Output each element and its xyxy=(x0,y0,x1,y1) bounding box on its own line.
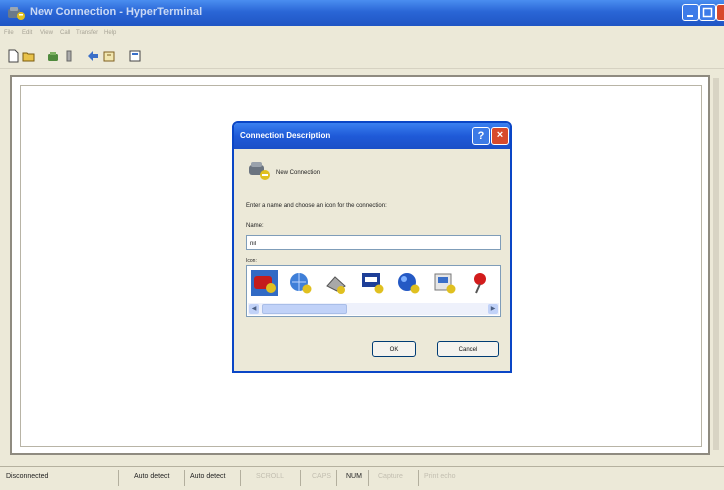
pin-icon xyxy=(474,273,486,294)
globe-icon xyxy=(290,273,312,294)
status-emulation: Auto detect xyxy=(134,473,170,480)
help-button[interactable]: ? xyxy=(472,127,490,145)
vertical-scrollbar[interactable] xyxy=(713,78,719,450)
icon-list-scrollbar[interactable]: ◀ ▶ xyxy=(248,303,499,315)
send-icon[interactable] xyxy=(86,49,100,63)
red-phone-icon xyxy=(254,276,276,293)
maximize-icon xyxy=(702,7,713,18)
new-icon[interactable] xyxy=(6,49,20,63)
toolbar xyxy=(0,44,724,69)
status-divider xyxy=(240,470,241,486)
icon-label: Icon: xyxy=(246,258,257,264)
connection-description-dialog: Connection Description ? × New Connectio… xyxy=(232,121,512,373)
name-input[interactable] xyxy=(246,235,501,250)
scroll-left-arrow[interactable]: ◀ xyxy=(249,304,259,314)
disconnect-icon[interactable] xyxy=(62,49,76,63)
properties-icon[interactable] xyxy=(128,49,142,63)
menu-bar: File Edit View Call Transfer Help xyxy=(0,26,724,44)
status-num: NUM xyxy=(346,473,362,480)
window-title: New Connection - HyperTerminal xyxy=(30,6,203,18)
menu-view[interactable]: View xyxy=(40,30,53,39)
status-print-echo: Print echo xyxy=(424,473,456,480)
connection-icon-option[interactable] xyxy=(323,270,350,296)
menu-file[interactable]: File xyxy=(4,30,14,39)
ok-button[interactable]: OK xyxy=(372,341,416,357)
menu-help[interactable]: Help xyxy=(104,30,116,39)
status-bar: Disconnected Auto detect Auto detect SCR… xyxy=(0,466,724,490)
icon-list[interactable]: ◀ ▶ xyxy=(246,265,501,317)
scroll-right-arrow[interactable]: ▶ xyxy=(488,304,498,314)
status-capture: Capture xyxy=(378,473,403,480)
scrollbar-thumb[interactable] xyxy=(262,304,347,314)
connection-icon-option[interactable] xyxy=(359,270,386,296)
dialog-title: Connection Description xyxy=(240,131,331,140)
close-window-button[interactable] xyxy=(716,4,724,21)
status-divider xyxy=(118,470,119,486)
maximize-button[interactable] xyxy=(699,4,716,21)
phone-icon xyxy=(326,276,346,294)
status-port-settings: Auto detect xyxy=(190,473,226,480)
connection-icon-option[interactable] xyxy=(467,270,494,296)
open-icon[interactable] xyxy=(22,49,36,63)
status-divider xyxy=(184,470,185,486)
folder-icon xyxy=(434,273,456,294)
connection-icon-option[interactable] xyxy=(287,270,314,296)
status-scroll: SCROLL xyxy=(256,473,285,480)
status-divider xyxy=(300,470,301,486)
globe-2-icon xyxy=(398,273,420,294)
minimize-icon xyxy=(687,15,693,17)
connection-icon-option[interactable] xyxy=(395,270,422,296)
status-divider xyxy=(418,470,419,486)
dialog-title-bar[interactable]: Connection Description ? × xyxy=(234,123,510,149)
cancel-button[interactable]: Cancel xyxy=(437,341,499,357)
hyperterminal-window: New Connection - HyperTerminal File Edit… xyxy=(0,0,724,489)
connection-icon-option[interactable] xyxy=(431,270,458,296)
menu-call[interactable]: Call xyxy=(60,30,70,39)
status-divider xyxy=(368,470,369,486)
name-label: Name: xyxy=(246,223,264,229)
hyperterminal-app-icon xyxy=(8,7,25,20)
receive-icon[interactable] xyxy=(102,49,116,63)
window-title-bar[interactable]: New Connection - HyperTerminal xyxy=(0,0,724,26)
status-connection: Disconnected xyxy=(6,473,49,480)
phone-connection-icon xyxy=(249,162,270,180)
status-divider xyxy=(336,470,337,486)
instruction-text: Enter a name and choose an icon for the … xyxy=(246,203,387,209)
dialog-close-button[interactable]: × xyxy=(491,127,509,145)
menu-edit[interactable]: Edit xyxy=(22,30,32,39)
menu-transfer[interactable]: Transfer xyxy=(76,30,98,39)
connection-icon-option[interactable] xyxy=(251,270,278,296)
status-caps: CAPS xyxy=(312,473,332,480)
minimize-button[interactable] xyxy=(682,4,699,21)
connect-icon[interactable] xyxy=(46,49,60,63)
new-connection-label: New Connection xyxy=(276,170,321,176)
mci-icon xyxy=(362,273,384,294)
